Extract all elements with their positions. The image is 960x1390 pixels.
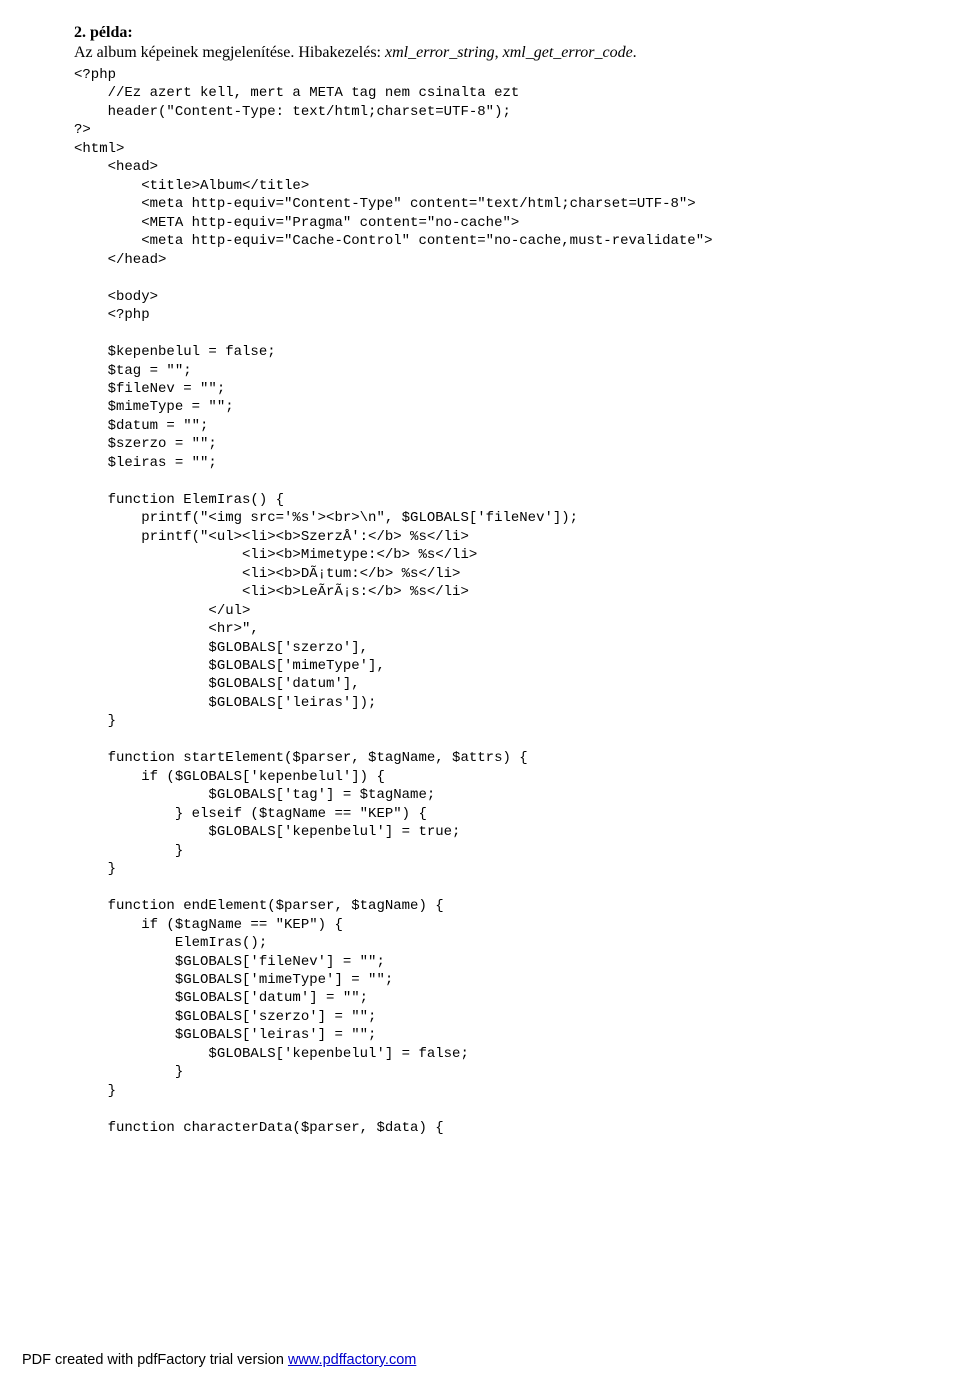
intro-prefix: Az album képeinek megjelenítése. Hibakez… [74, 44, 385, 61]
document-page: 2. példa: Az album képeinek megjelenítés… [0, 0, 960, 1137]
example-heading: 2. példa: [74, 24, 904, 42]
intro-em-1: xml_error_string [385, 44, 495, 61]
footer: PDF created with pdfFactory trial versio… [22, 1352, 416, 1368]
intro-sep: , [495, 44, 503, 61]
intro-em-2: xml_get_error_code [503, 44, 633, 61]
code-block: <?php //Ez azert kell, mert a META tag n… [74, 66, 904, 1137]
footer-link[interactable]: www.pdffactory.com [288, 1352, 416, 1368]
intro-paragraph: Az album képeinek megjelenítése. Hibakez… [74, 44, 904, 62]
footer-text: PDF created with pdfFactory trial versio… [22, 1352, 288, 1368]
intro-suffix: . [633, 44, 637, 61]
